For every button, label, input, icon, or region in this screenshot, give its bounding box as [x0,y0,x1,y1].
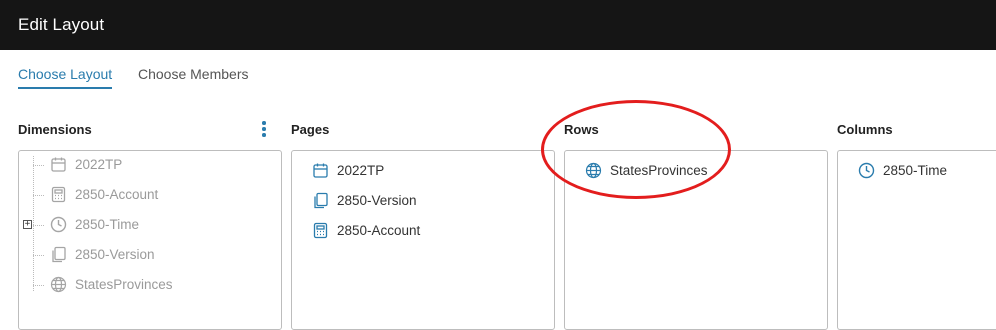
tree-connector [33,285,44,286]
dimension-item-2850-version[interactable]: 2850-Version [50,246,155,263]
pages-item-2850-version[interactable]: 2850-Version [312,192,417,209]
clock-icon [50,216,67,233]
tree-connector [33,255,44,256]
tab-choose-members[interactable]: Choose Members [138,66,249,82]
dimension-item-label: 2850-Time [75,217,140,232]
dimension-item-2850-account[interactable]: 2850-Account [50,186,158,203]
dimension-item-2022tp[interactable]: 2022TP [50,156,122,173]
columns-label: Columns [837,122,893,137]
tree-connector [33,156,34,291]
title-bar: Edit Layout [0,0,996,50]
globe-icon [50,276,67,293]
pages-item-label: 2850-Version [337,193,417,208]
tree-connector [33,225,44,226]
calendar-icon [312,162,329,179]
calendar-icon [50,156,67,173]
rows-label: Rows [564,122,599,137]
dimension-item-2850-time[interactable]: 2850-Time [50,216,139,233]
tab-bar: Choose Layout Choose Members [0,50,996,92]
calculator-icon [50,186,67,203]
pages-item-2850-account[interactable]: 2850-Account [312,222,420,239]
rows-item-statesprovinces[interactable]: StatesProvinces [585,162,708,179]
calculator-icon [312,222,329,239]
rows-item-label: StatesProvinces [610,163,708,178]
tree-connector [33,195,44,196]
columns-item-2850-time[interactable]: 2850-Time [858,162,947,179]
tree-connector [33,165,44,166]
globe-icon [585,162,602,179]
dimension-item-label: 2022TP [75,157,123,172]
copy-icon [50,246,67,263]
pages-item-label: 2850-Account [337,223,421,238]
pages-item-label: 2022TP [337,163,385,178]
pages-item-2022tp[interactable]: 2022TP [312,162,384,179]
more-options-icon[interactable] [259,121,269,138]
pages-label: Pages [291,122,330,137]
clock-icon [858,162,875,179]
expand-toggle-icon[interactable]: + [23,220,32,229]
dimension-item-statesprovinces[interactable]: StatesProvinces [50,276,173,293]
dimension-item-label: 2850-Account [75,187,159,202]
dimension-item-label: 2850-Version [75,247,155,262]
dimensions-label: Dimensions [18,122,92,137]
copy-icon [312,192,329,209]
dimension-item-label: StatesProvinces [75,277,173,292]
dimensions-panel [18,150,282,330]
columns-item-label: 2850-Time [883,163,948,178]
tab-choose-layout[interactable]: Choose Layout [18,66,113,89]
dialog-title: Edit Layout [18,15,105,34]
